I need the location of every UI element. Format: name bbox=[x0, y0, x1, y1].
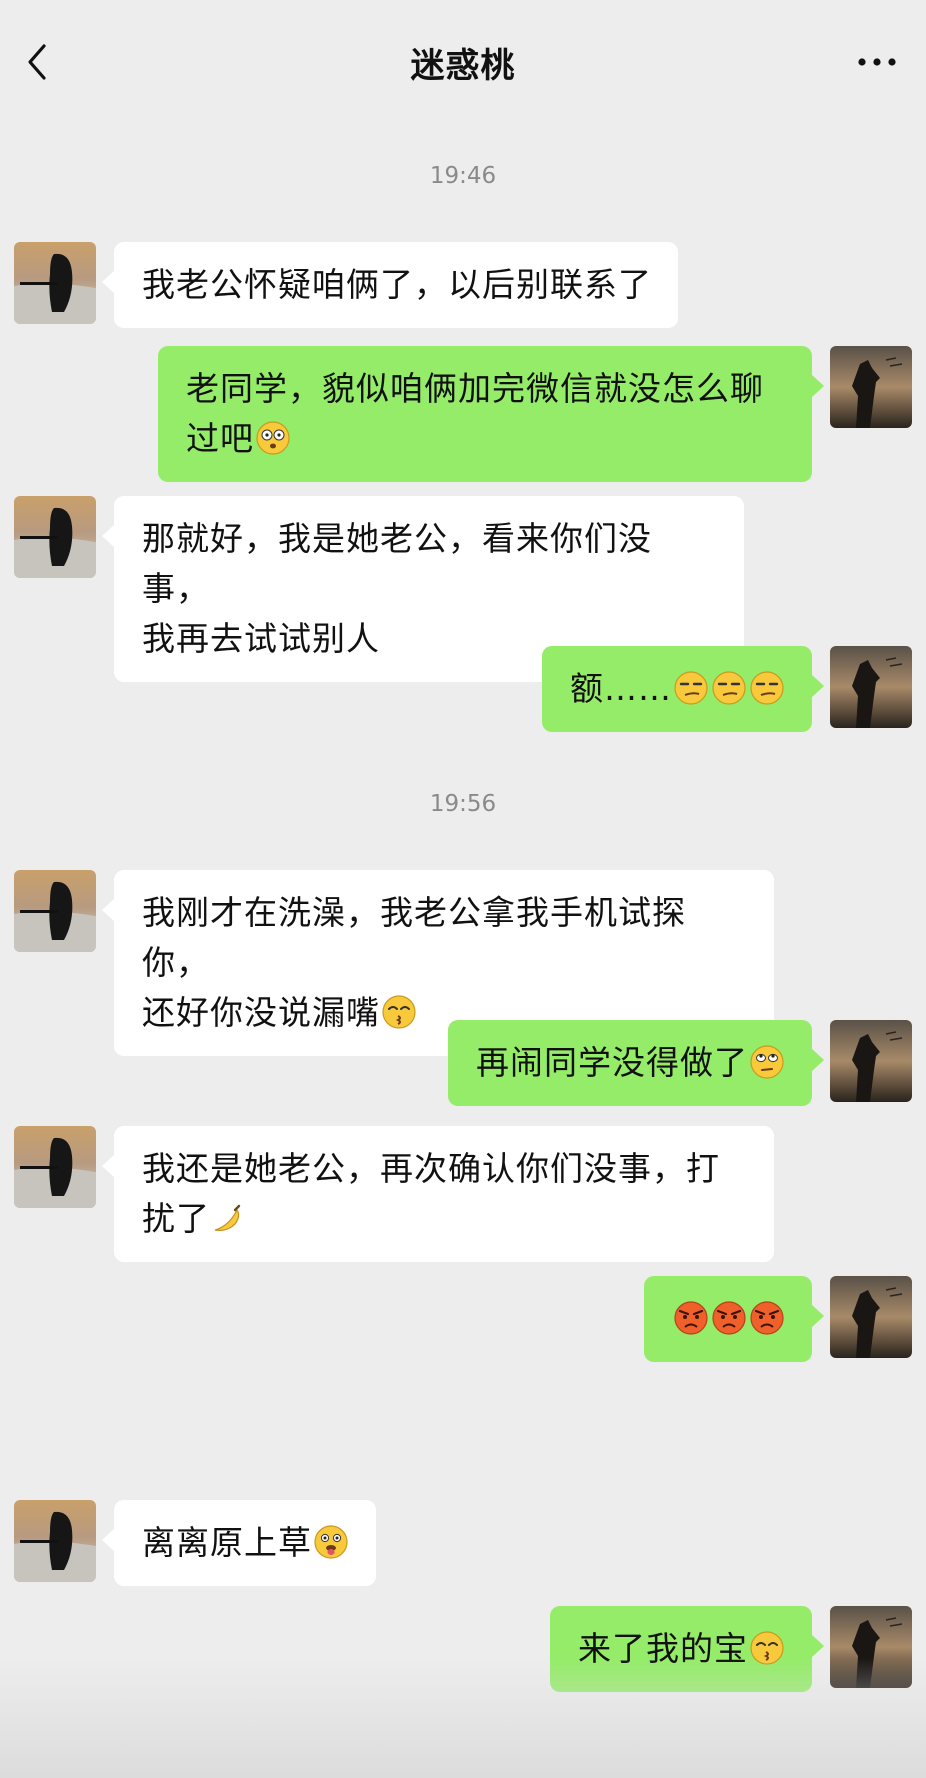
message-text: 还好你没说漏嘴 bbox=[142, 993, 380, 1032]
tongue-out-face-icon bbox=[314, 1525, 348, 1559]
message-text: 额…… bbox=[570, 669, 672, 708]
timestamp: 19:56 bbox=[429, 791, 497, 817]
my-avatar[interactable] bbox=[830, 346, 912, 428]
contact-avatar[interactable] bbox=[14, 1500, 96, 1582]
avatar-image-icon bbox=[830, 1020, 912, 1102]
message-list[interactable]: 19:46 我老公怀疑咱俩了，以后别联系了 老同学，貌似咱俩加完微信就没怎么聊 bbox=[0, 0, 926, 1778]
eye-roll-face-icon bbox=[750, 1045, 784, 1079]
message-bubble[interactable]: 额…… bbox=[542, 646, 824, 732]
shocked-face-icon bbox=[256, 421, 290, 455]
message-bubble[interactable]: 我还是她老公，再次确认你们没事，打 扰了 bbox=[102, 1126, 774, 1262]
avatar-image-icon bbox=[830, 646, 912, 728]
message-bubble[interactable]: 老同学，貌似咱俩加完微信就没怎么聊 过吧 bbox=[158, 346, 824, 482]
my-avatar[interactable] bbox=[830, 1276, 912, 1358]
angry-face-icon bbox=[750, 1301, 784, 1335]
avatar-image-icon bbox=[14, 1126, 96, 1208]
message-text: 我再去试试别人 bbox=[142, 619, 380, 658]
message-text: 我刚才在洗澡，我老公拿我手机试探你， bbox=[142, 893, 686, 982]
avatar-image-icon bbox=[830, 346, 912, 428]
contact-avatar[interactable] bbox=[14, 870, 96, 952]
avatar-image-icon bbox=[14, 870, 96, 952]
message-bubble[interactable]: 离离原上草 bbox=[102, 1500, 376, 1586]
smirk-face-icon bbox=[750, 671, 784, 705]
angry-face-icon bbox=[712, 1301, 746, 1335]
smirk-face-icon bbox=[674, 671, 708, 705]
avatar-image-icon bbox=[830, 1276, 912, 1358]
contact-avatar[interactable] bbox=[14, 496, 96, 578]
contact-avatar[interactable] bbox=[14, 242, 96, 324]
message-text: 过吧 bbox=[186, 419, 254, 458]
timestamp: 19:46 bbox=[429, 163, 497, 189]
smirk-face-icon bbox=[712, 671, 746, 705]
contact-avatar[interactable] bbox=[14, 1126, 96, 1208]
avatar-image-icon bbox=[14, 242, 96, 324]
banana-icon bbox=[214, 1204, 241, 1231]
avatar-image-icon bbox=[14, 1500, 96, 1582]
avatar-image-icon bbox=[14, 496, 96, 578]
message-text: 扰了 bbox=[142, 1199, 210, 1238]
kissing-face-icon bbox=[382, 995, 416, 1029]
message-bubble[interactable]: 我老公怀疑咱俩了，以后别联系了 bbox=[102, 242, 678, 328]
bottom-shadow bbox=[0, 1658, 926, 1778]
message-text: 离离原上草 bbox=[142, 1523, 312, 1562]
message-text: 老同学，貌似咱俩加完微信就没怎么聊 bbox=[186, 369, 764, 408]
my-avatar[interactable] bbox=[830, 1020, 912, 1102]
angry-face-icon bbox=[674, 1301, 708, 1335]
message-text: 我老公怀疑咱俩了，以后别联系了 bbox=[142, 265, 652, 304]
message-bubble[interactable] bbox=[644, 1276, 824, 1362]
my-avatar[interactable] bbox=[830, 646, 912, 728]
message-text: 那就好，我是她老公，看来你们没事， bbox=[142, 519, 652, 608]
message-text: 我还是她老公，再次确认你们没事，打 bbox=[142, 1149, 720, 1188]
message-text: 再闹同学没得做了 bbox=[476, 1043, 748, 1082]
message-bubble[interactable]: 再闹同学没得做了 bbox=[448, 1020, 824, 1106]
